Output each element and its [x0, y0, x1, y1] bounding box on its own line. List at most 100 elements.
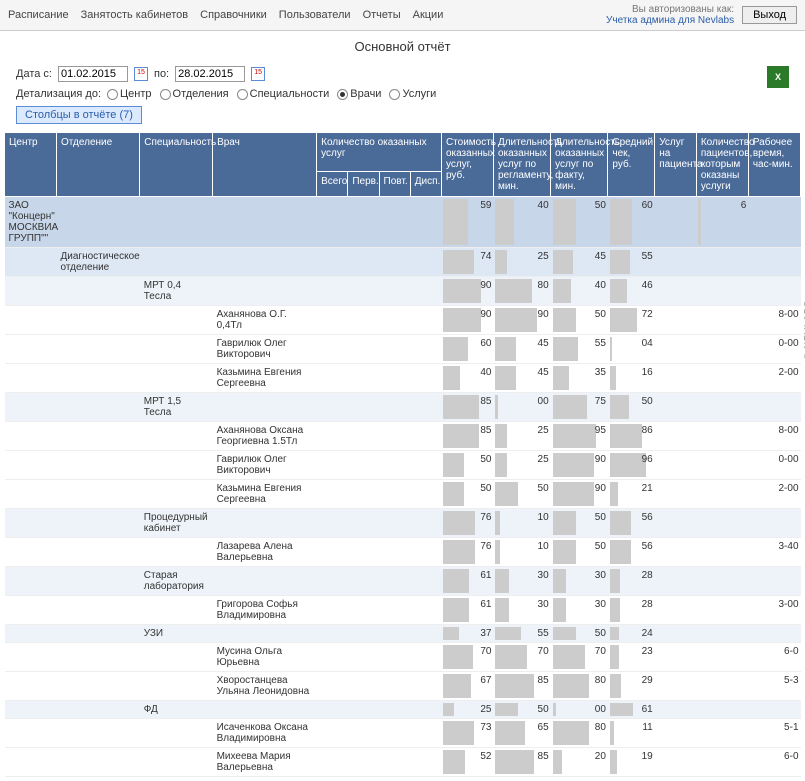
value-cell: 45: [493, 335, 550, 364]
doctor-cell: [213, 248, 317, 277]
value-cell: 61: [441, 596, 493, 625]
value-cell: [410, 306, 441, 335]
center-cell: [5, 509, 57, 538]
value-cell: [696, 701, 748, 719]
table-row: Хворостанцева Ульяна Леонидовна678580295…: [5, 672, 801, 701]
value-cell: [696, 719, 748, 748]
value-cell: 70: [493, 643, 550, 672]
value-cell: [410, 364, 441, 393]
table-row: Гаврилюк Олег Викторович604555040-00: [5, 335, 801, 364]
value-cell: 76: [441, 538, 493, 567]
dept-cell: [57, 719, 140, 748]
value-cell: 61: [441, 567, 493, 596]
spec-cell: МРТ 0,4 Тесла: [140, 277, 213, 306]
value-cell: [317, 701, 348, 719]
value-cell: [655, 625, 697, 643]
value-cell: [317, 625, 348, 643]
value-cell: [655, 509, 697, 538]
calendar-icon[interactable]: [251, 67, 265, 81]
value-cell: 35: [551, 364, 608, 393]
value-cell: 28: [608, 567, 655, 596]
menu-item[interactable]: Отчеты: [363, 9, 401, 21]
value-cell: [379, 672, 410, 701]
value-cell: 56: [608, 538, 655, 567]
date-from-label: Дата с:: [16, 68, 52, 80]
value-cell: [410, 197, 441, 248]
dept-cell: [57, 335, 140, 364]
value-cell: [317, 277, 348, 306]
value-cell: 74: [441, 248, 493, 277]
radio-option[interactable]: Центр: [107, 88, 152, 100]
auth-user: Учетка админа для Nevlabs: [606, 15, 734, 26]
worktime-cell: [748, 393, 800, 422]
th-avg-check: Средний чек, руб.: [608, 133, 655, 197]
value-cell: [379, 306, 410, 335]
value-cell: 90: [493, 306, 550, 335]
value-cell: [410, 625, 441, 643]
radio-option[interactable]: Специальности: [237, 88, 330, 100]
radio-option[interactable]: Услуги: [389, 88, 436, 100]
th-qty-rpt: Повт.: [379, 171, 410, 196]
radio-option[interactable]: Отделения: [160, 88, 229, 100]
value-cell: 19: [608, 748, 655, 777]
detail-label: Детализация до:: [16, 88, 101, 100]
center-cell: [5, 277, 57, 306]
columns-button[interactable]: Столбцы в отчёте (7): [16, 106, 142, 124]
calendar-icon[interactable]: [134, 67, 148, 81]
value-cell: 90: [551, 480, 608, 509]
date-to-input[interactable]: [175, 66, 245, 82]
value-cell: [655, 306, 697, 335]
value-cell: 30: [493, 596, 550, 625]
value-cell: [348, 596, 379, 625]
dept-cell: [57, 596, 140, 625]
value-cell: [348, 306, 379, 335]
value-cell: [317, 719, 348, 748]
value-cell: [379, 422, 410, 451]
dept-cell: [57, 625, 140, 643]
date-from-input[interactable]: [58, 66, 128, 82]
menu-item[interactable]: Расписание: [8, 9, 69, 21]
value-cell: 61: [608, 701, 655, 719]
logout-button[interactable]: Выход: [742, 6, 797, 24]
doctor-cell: [213, 567, 317, 596]
doctor-cell: Лазарева Алена Валерьевна: [213, 538, 317, 567]
spec-cell: УЗИ: [140, 625, 213, 643]
export-excel-icon[interactable]: X: [767, 66, 789, 88]
table-row: Старая лаборатория61303028: [5, 567, 801, 596]
value-cell: [410, 701, 441, 719]
value-cell: 23: [608, 643, 655, 672]
center-cell: [5, 306, 57, 335]
value-cell: [410, 596, 441, 625]
center-cell: [5, 364, 57, 393]
radio-icon: [237, 89, 248, 100]
main-menu: Расписание Занятость кабинетов Справочники…: [8, 9, 443, 21]
table-row: ЗАО "Концерн" МОСКВИА ГРУПП""594050606: [5, 197, 801, 248]
value-cell: 45: [551, 248, 608, 277]
value-cell: [696, 422, 748, 451]
worktime-cell: 3-40: [748, 538, 800, 567]
th-cost: Стоимость оказанных услуг, руб.: [441, 133, 493, 197]
value-cell: 90: [441, 277, 493, 306]
dept-cell: [57, 422, 140, 451]
value-cell: 80: [551, 719, 608, 748]
doctor-cell: Хворостанцева Ульяна Леонидовна: [213, 672, 317, 701]
doctor-cell: Григорова Софья Владимировна: [213, 596, 317, 625]
spec-cell: [140, 248, 213, 277]
menu-item[interactable]: Справочники: [200, 9, 267, 21]
menu-item[interactable]: Пользователи: [279, 9, 351, 21]
dept-cell: [57, 643, 140, 672]
radio-option[interactable]: Врачи: [337, 88, 381, 100]
value-cell: [379, 480, 410, 509]
th-qty: Количество оказанных услуг: [317, 133, 442, 172]
th-center: Центр: [5, 133, 57, 197]
date-to-label: по:: [154, 68, 169, 80]
center-cell: [5, 672, 57, 701]
value-cell: 40: [441, 364, 493, 393]
value-cell: [379, 643, 410, 672]
center-cell: [5, 451, 57, 480]
menu-item[interactable]: Акции: [413, 9, 444, 21]
value-cell: 96: [608, 451, 655, 480]
menu-item[interactable]: Занятость кабинетов: [81, 9, 188, 21]
value-cell: [348, 248, 379, 277]
value-cell: 50: [551, 197, 608, 248]
